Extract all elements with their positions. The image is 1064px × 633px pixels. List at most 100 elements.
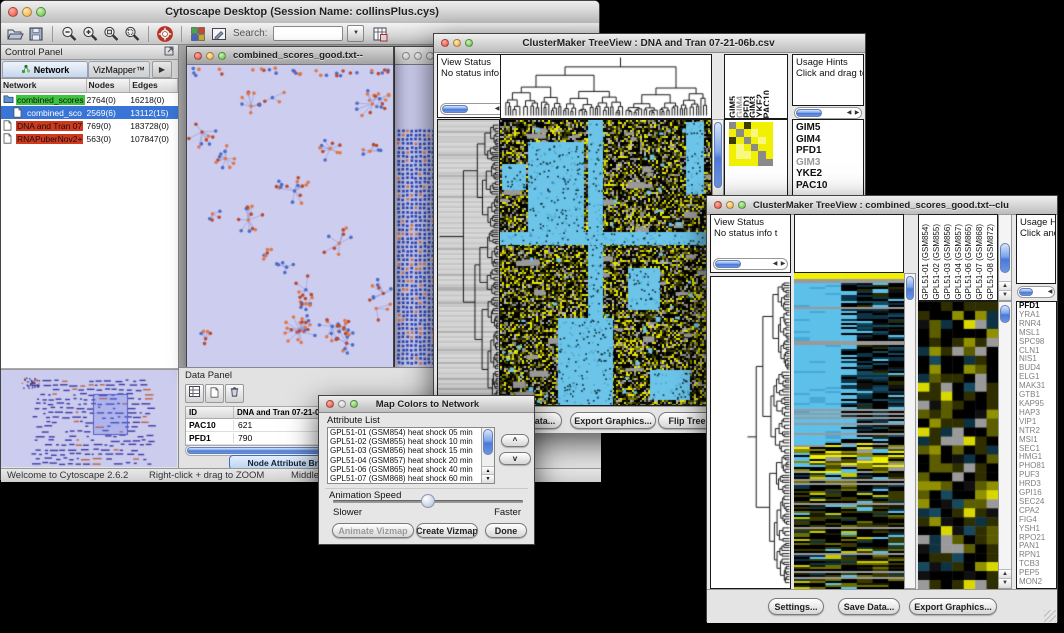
matrix-cell[interactable] [736, 159, 743, 166]
matrix-cell[interactable] [729, 144, 736, 151]
tv1-heatmap-canvas[interactable] [500, 120, 712, 405]
zoom-window-button[interactable] [738, 201, 746, 209]
network-list-row[interactable]: combined_scores2764(0)16218(0) [1, 93, 178, 106]
open-file-button[interactable] [6, 25, 24, 43]
tv2-column-tree-panel[interactable] [794, 214, 904, 273]
tv2-heatmap-strip-panel[interactable] [794, 273, 904, 589]
close-button[interactable] [8, 7, 18, 17]
search-dropdown-button[interactable]: ▼ [347, 25, 364, 42]
delete-attribute-button[interactable] [225, 384, 244, 403]
zoom-window-button[interactable] [36, 7, 46, 17]
minimize-button[interactable] [22, 7, 32, 17]
tab-network[interactable]: Network [2, 61, 88, 78]
attribute-list-item[interactable]: GPL51-03 (GSM856) heat shock 15 min [328, 446, 494, 455]
matrix-cell[interactable] [766, 159, 773, 166]
close-button[interactable] [714, 201, 722, 209]
zoom-selected-button[interactable] [102, 25, 120, 43]
tv2-row-dendrogram[interactable] [711, 277, 790, 588]
scroll-down-arrow[interactable]: ▼ [999, 290, 1011, 300]
col-nodes[interactable]: Nodes [87, 79, 131, 92]
scrollbar-thumb[interactable] [906, 276, 914, 300]
create-vizmap-button[interactable]: Create Vizmap [416, 523, 478, 538]
scroll-left-arrow[interactable]: ◀ [845, 108, 853, 118]
tv1-gene-label[interactable]: PAC10 [793, 180, 863, 192]
matrix-cell[interactable] [744, 151, 751, 158]
tv1-gene-label[interactable]: YKE2 [793, 168, 863, 180]
zoom-fit-button[interactable] [123, 25, 141, 43]
move-attribute-up-button[interactable]: ^ [501, 434, 529, 447]
animation-speed-slider[interactable] [333, 500, 523, 503]
done-button[interactable]: Done [485, 523, 527, 538]
tv1-gene-label[interactable]: GIM4 [793, 134, 863, 146]
matrix-cell[interactable] [729, 159, 736, 166]
tv1-usage-hscrollbar[interactable]: ◀ ▶ [794, 107, 862, 119]
scroll-down-arrow[interactable]: ▼ [999, 578, 1011, 588]
minimize-button[interactable] [414, 52, 422, 60]
matrix-cell[interactable] [751, 137, 758, 144]
tv1-column-dendrogram[interactable] [501, 55, 711, 118]
tv1-row-dendrogram-panel[interactable] [437, 119, 500, 406]
attribute-list[interactable]: GPL51-01 (GSM854) heat shock 05 minGPL51… [327, 427, 495, 484]
new-attribute-button[interactable] [205, 384, 224, 403]
float-panel-icon[interactable] [164, 46, 174, 59]
table-import-button[interactable] [371, 25, 389, 43]
view-status-hscrollbar[interactable]: ◀ ▶ [713, 258, 788, 270]
tv1-row-dendrogram[interactable] [438, 120, 499, 405]
tv2-zoom-heatmap-panel[interactable] [918, 301, 998, 589]
close-button[interactable] [402, 52, 410, 60]
matrix-cell[interactable] [744, 159, 751, 166]
help-lifering-button[interactable] [156, 25, 174, 43]
tv2-column-label[interactable]: GPL51-02 (GSM855) [932, 224, 943, 300]
matrix-cell[interactable] [766, 137, 773, 144]
matrix-cell[interactable] [751, 129, 758, 136]
tv2-column-label[interactable]: GPL51-01 (GSM854) [921, 224, 932, 300]
matrix-cell[interactable] [736, 122, 743, 129]
tv2-usage-hscrollbar[interactable]: ◀ [1017, 286, 1055, 298]
zoom-window-button[interactable] [218, 52, 226, 60]
tv2-column-label[interactable]: GPL51-04 (GSM857) [954, 224, 965, 300]
tv1-column-label[interactable]: YKE2 [755, 94, 762, 118]
scrollbar-thumb[interactable] [796, 109, 822, 117]
matrix-cell[interactable] [729, 129, 736, 136]
attribute-list-vscrollbar[interactable]: ▲ ▼ [481, 428, 494, 483]
tv2-gene-label[interactable]: MON2 [1017, 578, 1056, 587]
minimize-button[interactable] [206, 52, 214, 60]
attribute-list-item[interactable]: GPL51-01 (GSM854) heat shock 05 min [328, 428, 494, 437]
matrix-cell[interactable] [744, 144, 751, 151]
network-list-row[interactable]: RNAPuberNov2+563(0)107847(0) [1, 132, 178, 145]
attribute-list-item[interactable]: GPL51-02 (GSM855) heat shock 10 min [328, 437, 494, 446]
scroll-down-arrow[interactable]: ▼ [482, 474, 494, 483]
matrix-cell[interactable] [758, 159, 765, 166]
scrollbar-thumb[interactable] [483, 429, 493, 455]
tv2-column-label[interactable]: GPL51-08 (GSM872) [986, 224, 997, 300]
col-network[interactable]: Network [1, 79, 87, 92]
zoom-window-button[interactable] [350, 400, 358, 408]
matrix-cell[interactable] [751, 151, 758, 158]
search-input[interactable] [273, 26, 343, 41]
scroll-left-arrow[interactable]: ◀ [771, 259, 779, 269]
tv2-column-label[interactable]: GPL51-07 (GSM868) [975, 224, 986, 300]
matrix-cell[interactable] [766, 129, 773, 136]
attribute-list-item[interactable]: GPL51-06 (GSM865) heat shock 40 min [328, 465, 494, 474]
scrollbar-thumb[interactable] [715, 260, 741, 268]
tv1-gene-label[interactable]: PFD1 [793, 145, 863, 157]
export-graphics-button[interactable]: Export Graphics... [570, 412, 656, 429]
minimize-button[interactable] [726, 201, 734, 209]
tv1-column-label[interactable]: PAC10 [762, 90, 769, 118]
tv2-zoom-vscrollbar[interactable]: ▲ ▼ [998, 301, 1012, 589]
network-list-row[interactable]: DNA and Tran 07769(0)183728(0) [1, 119, 178, 132]
scrollbar-thumb[interactable] [442, 105, 468, 113]
close-button[interactable] [326, 400, 334, 408]
matrix-cell[interactable] [758, 129, 765, 136]
slider-thumb[interactable] [421, 494, 435, 508]
scroll-right-arrow[interactable]: ▶ [779, 259, 787, 269]
matrix-cell[interactable] [744, 129, 751, 136]
select-attributes-button[interactable] [185, 384, 204, 403]
matrix-cell[interactable] [736, 129, 743, 136]
tv2-column-label[interactable]: GPL51-03 (GSM856) [943, 224, 954, 300]
matrix-cell[interactable] [736, 137, 743, 144]
tv2-strip-vscrollbar[interactable] [904, 273, 916, 589]
minimize-button[interactable] [338, 400, 346, 408]
scrollbar-thumb[interactable] [1000, 305, 1010, 323]
settings-button[interactable]: Settings... [768, 598, 824, 615]
